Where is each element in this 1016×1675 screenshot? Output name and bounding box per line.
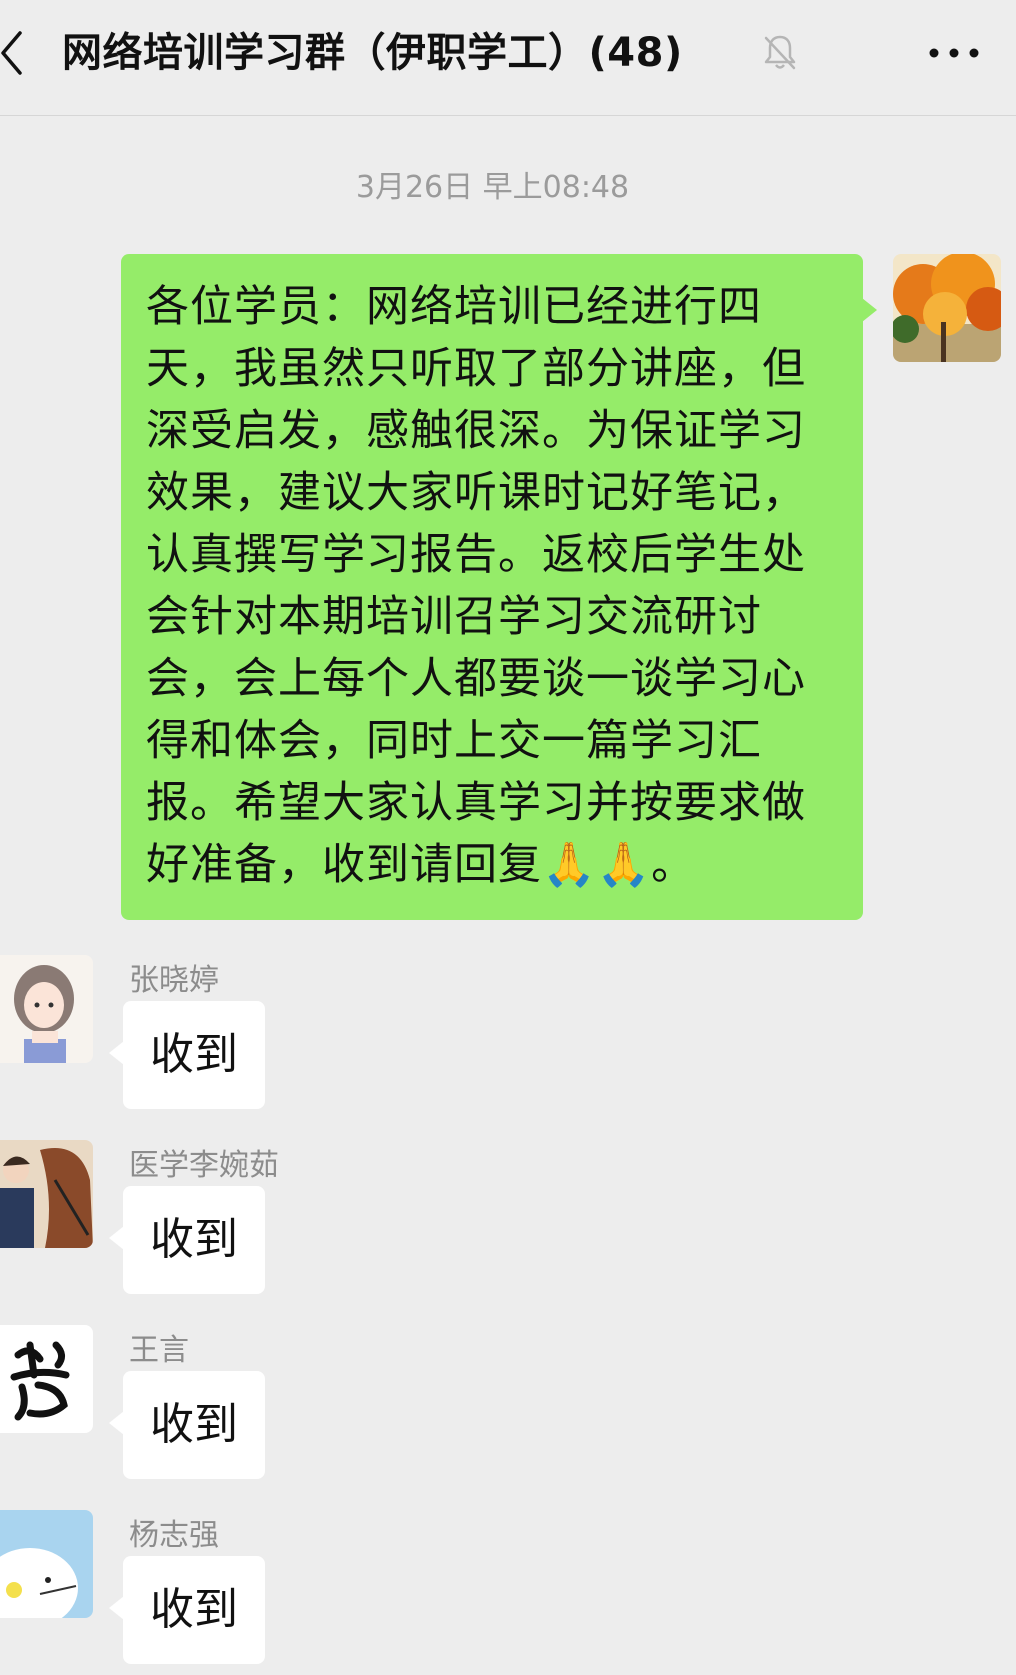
sender-name: 张晓婷 [129, 963, 219, 998]
message-row: 医学李婉茹 收到 [0, 1140, 1016, 1300]
more-dots-icon[interactable] [926, 38, 982, 68]
sender-name: 医学李婉茹 [129, 1148, 279, 1183]
chat-title: 网络培训学习群（伊职学工）(48) [62, 30, 683, 76]
sender-name: 王言 [129, 1333, 189, 1368]
incoming-message-bubble[interactable]: 收到 [109, 1556, 265, 1664]
bell-slash-icon [760, 32, 800, 72]
chevron-left-icon[interactable] [0, 30, 22, 76]
avatar[interactable] [0, 1325, 93, 1433]
self-avatar[interactable] [893, 254, 1001, 362]
avatar[interactable] [0, 1510, 93, 1618]
incoming-message-bubble[interactable]: 收到 [109, 1001, 265, 1109]
message-row: 王言 收到 [0, 1325, 1016, 1485]
message-row: 张晓婷 收到 [0, 955, 1016, 1115]
avatar[interactable] [0, 1140, 93, 1248]
chat-header: 网络培训学习群（伊职学工）(48) [0, 0, 1016, 116]
outgoing-message-bubble[interactable]: 各位学员：网络培训已经进行四天，我虽然只听取了部分讲座，但深受启发，感触很深。为… [121, 254, 877, 920]
message-timestamp: 3月26日 早上08:48 [355, 170, 630, 205]
avatar[interactable] [0, 955, 93, 1063]
incoming-message-bubble[interactable]: 收到 [109, 1186, 265, 1294]
message-row: 杨志强 收到 [0, 1510, 1016, 1670]
incoming-message-bubble[interactable]: 收到 [109, 1371, 265, 1479]
sender-name: 杨志强 [129, 1518, 219, 1553]
